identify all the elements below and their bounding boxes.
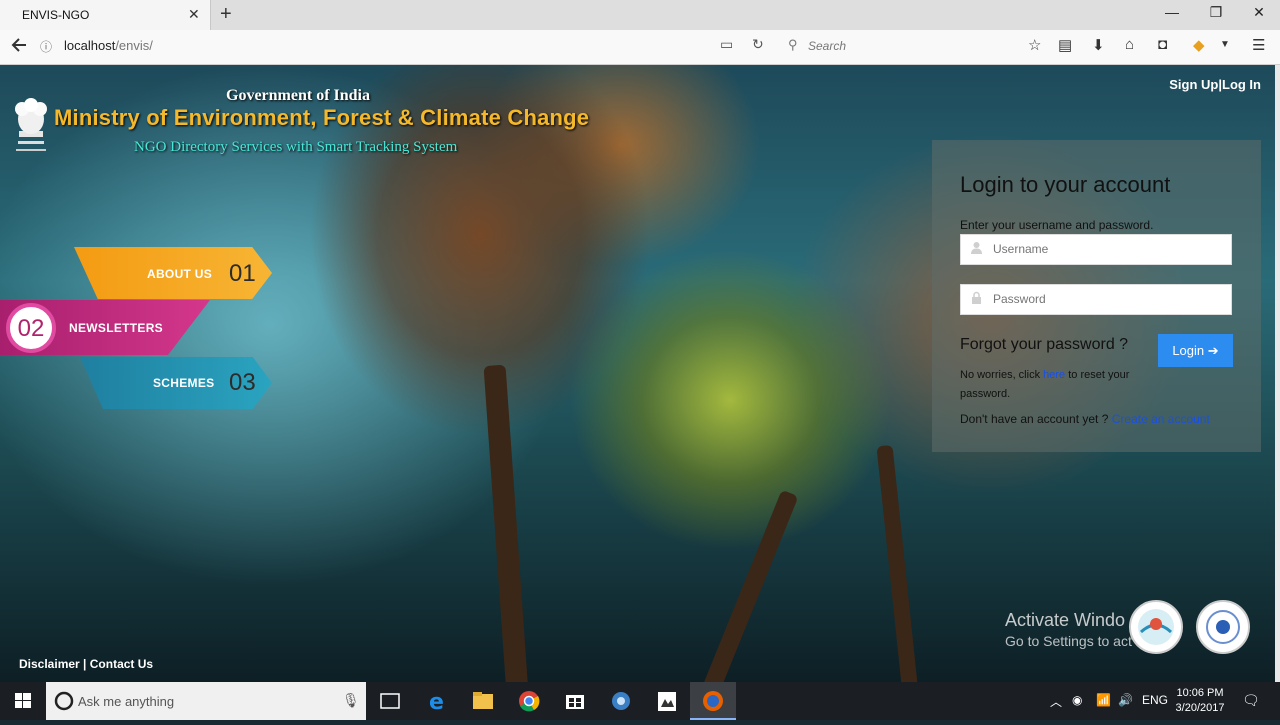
volume-icon[interactable]: 🔊 — [1118, 693, 1133, 707]
url-bar[interactable]: ⓘ localhost/envis/ ▭ ↻ — [36, 34, 774, 58]
chrome-icon[interactable] — [506, 682, 552, 720]
no-account-text: Don't have an account yet ? — [960, 412, 1109, 426]
menu-icon[interactable]: ☰ — [1252, 36, 1265, 54]
start-button[interactable] — [0, 682, 46, 720]
info-icon[interactable]: ⓘ — [40, 38, 52, 55]
envis-logo[interactable] — [1129, 600, 1183, 654]
document-app-icon[interactable] — [644, 682, 690, 720]
contact-us-link[interactable]: Contact Us — [90, 657, 153, 671]
login-panel: Login to your account Enter your usernam… — [932, 140, 1261, 452]
menu-about-us-label: ABOUT US — [147, 267, 213, 281]
menu-newsletters-label: NEWSLETTERS — [69, 321, 163, 335]
task-view-icon[interactable] — [367, 682, 413, 720]
restore-icon[interactable]: ❐ — [1206, 4, 1226, 21]
network-app-icon[interactable] — [598, 682, 644, 720]
info-system-logo[interactable] — [1196, 600, 1250, 654]
search-icon: ⚲ — [788, 37, 798, 52]
login-button[interactable]: Login ➔ — [1158, 334, 1233, 367]
plant-stem — [699, 489, 799, 682]
footer-links: Disclaimer | Contact Us — [19, 657, 153, 671]
scrollbar-track[interactable] — [1275, 65, 1280, 682]
government-title: Government of India — [226, 87, 370, 104]
login-title: Login to your account — [960, 172, 1171, 197]
home-icon[interactable]: ⌂ — [1125, 36, 1134, 53]
language-indicator[interactable]: ENG — [1142, 693, 1168, 707]
activation-watermark-title: Activate Windo — [1005, 610, 1126, 630]
extension-icon[interactable]: ◆ — [1193, 36, 1205, 54]
search-bar[interactable]: ⚲ Search — [784, 34, 1004, 58]
cortana-search-text: Ask me anything — [78, 694, 175, 709]
plant-stem — [876, 444, 920, 682]
clock-date: 3/20/2017 — [1175, 702, 1225, 714]
svg-text:e: e — [429, 690, 444, 715]
reset-password-text: No worries, click here to reset your pas… — [960, 366, 1170, 404]
close-window-icon[interactable]: ✕ — [1249, 4, 1269, 21]
activation-watermark-text: Go to Settings to act — [1005, 633, 1132, 649]
menu-schemes-number: 03 — [229, 369, 256, 396]
login-hint: Enter your username and password. — [960, 218, 1154, 232]
reload-icon[interactable]: ↻ — [752, 36, 764, 53]
new-tab-icon[interactable]: + — [220, 3, 232, 26]
user-icon — [971, 242, 982, 254]
file-explorer-icon[interactable] — [460, 682, 506, 720]
menu-schemes-label: SCHEMES — [153, 376, 215, 390]
download-icon[interactable]: ⬇ — [1092, 36, 1105, 54]
cortana-icon — [54, 691, 74, 711]
ministry-title: Ministry of Environment, Forest & Climat… — [54, 105, 590, 130]
page-background: Government of India Ministry of Environm… — [0, 65, 1275, 682]
username-field[interactable] — [960, 234, 1232, 265]
wifi-icon[interactable]: 📶 — [1096, 693, 1111, 707]
notifications-icon[interactable]: 🗨 — [1242, 692, 1260, 709]
close-tab-icon[interactable]: ✕ — [188, 6, 200, 23]
menu-newsletters-badge[interactable]: 02 — [6, 303, 56, 353]
national-emblem-icon — [15, 98, 47, 151]
windows-taskbar: Ask me anything 🎙 e ︿ ◉ 📶 🔊 ENG 10:06 PM… — [0, 682, 1280, 720]
create-account-link[interactable]: Create an account — [1112, 412, 1210, 426]
edge-icon[interactable]: e — [415, 682, 461, 720]
extension-dropdown-icon[interactable]: ▼ — [1220, 39, 1230, 50]
menu-schemes[interactable]: SCHEMES 03 — [80, 357, 272, 409]
login-button-label: Login — [1172, 342, 1205, 358]
footer-separator: | — [83, 657, 87, 671]
forgot-password-heading: Forgot your password ? — [960, 336, 1129, 353]
tray-app-icon[interactable]: ◉ — [1072, 693, 1082, 707]
store-icon[interactable] — [552, 682, 598, 720]
show-hidden-icons[interactable]: ︿ — [1050, 693, 1062, 710]
clock-time: 10:06 PM — [1176, 687, 1224, 699]
search-placeholder: Search — [808, 39, 847, 53]
arrow-circle-right-icon: ➔ — [1207, 342, 1219, 358]
lock-icon — [972, 291, 981, 304]
create-account-text: Don't have an account yet ? Create an ac… — [960, 412, 1210, 426]
tab-title: ENVIS-NGO — [22, 8, 90, 22]
browser-nav-bar: ⓘ localhost/envis/ ▭ ↻ ⚲ Search ☆ ▤ ⬇ ⌂ … — [0, 30, 1280, 65]
auth-links: Sign Up|Log In — [1169, 77, 1261, 92]
site-subtitle: NGO Directory Services with Smart Tracki… — [134, 139, 458, 155]
password-field[interactable] — [960, 284, 1232, 315]
sign-up-link[interactable]: Sign Up — [1169, 77, 1218, 92]
reader-view-icon[interactable]: ▭ — [720, 36, 733, 53]
menu-about-us[interactable]: ABOUT US 01 — [74, 247, 272, 299]
reset-prefix: No worries, click — [960, 369, 1041, 381]
url-text[interactable]: localhost/envis/ — [64, 38, 153, 53]
disclaimer-link[interactable]: Disclaimer — [19, 657, 80, 671]
library-icon[interactable]: ▤ — [1058, 36, 1072, 54]
username-input[interactable] — [991, 241, 1225, 257]
firefox-icon[interactable] — [690, 682, 736, 720]
microphone-icon[interactable]: 🎙 — [342, 692, 360, 709]
menu-newsletters-number: 02 — [17, 315, 45, 342]
menu-about-us-number: 01 — [229, 260, 256, 287]
taskbar-clock[interactable]: 10:06 PM 3/20/2017 — [1172, 686, 1228, 716]
password-input[interactable] — [991, 291, 1225, 307]
minimize-icon[interactable]: — — [1162, 4, 1182, 20]
browser-tab-bar: ENVIS-NGO ✕ + — ❐ ✕ — [0, 0, 1280, 30]
plant-stem — [483, 364, 529, 682]
browser-tab[interactable]: ENVIS-NGO ✕ — [0, 0, 211, 30]
cortana-search-box[interactable]: Ask me anything 🎙 — [46, 682, 366, 720]
reset-password-link[interactable]: here — [1043, 369, 1065, 381]
bookmark-star-icon[interactable]: ☆ — [1028, 36, 1041, 54]
back-icon[interactable] — [10, 36, 28, 59]
pocket-icon[interactable]: ◘ — [1158, 36, 1167, 53]
log-in-link[interactable]: Log In — [1222, 77, 1261, 92]
